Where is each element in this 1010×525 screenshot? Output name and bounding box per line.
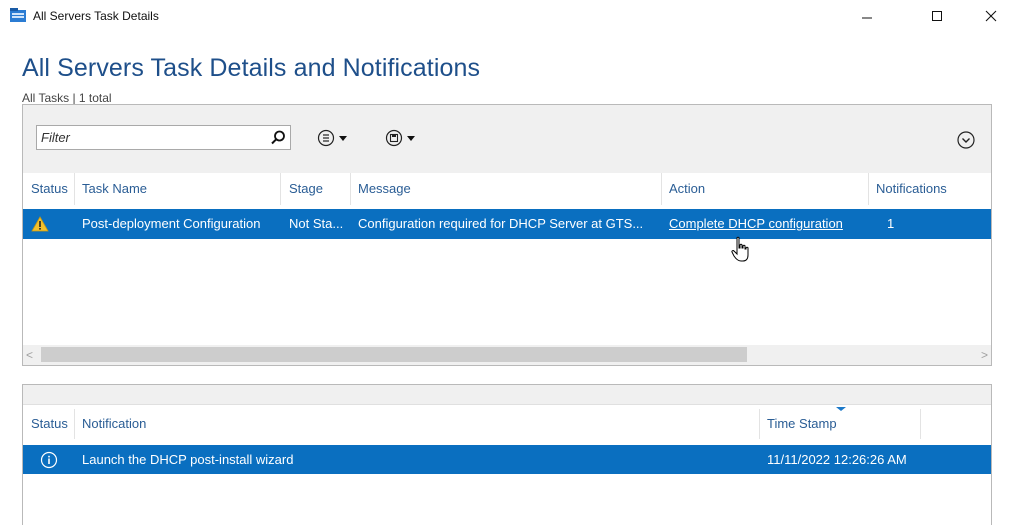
column-divider[interactable]: [280, 173, 281, 205]
notifications-panel: Status Notification Time Stamp Launch th…: [22, 384, 992, 525]
title-bar: All Servers Task Details: [0, 0, 1010, 32]
task-count-label: All Tasks | 1 total: [22, 91, 112, 105]
search-icon[interactable]: [269, 129, 287, 147]
minimize-icon: [862, 17, 872, 19]
column-header-notification[interactable]: Notification: [82, 409, 146, 439]
scroll-left-button[interactable]: <: [26, 347, 38, 363]
page-title: All Servers Task Details and Notificatio…: [22, 54, 481, 82]
column-header-status[interactable]: Status: [31, 173, 68, 205]
close-icon: [985, 10, 997, 22]
column-header-time-stamp[interactable]: Time Stamp: [767, 409, 837, 439]
column-header-task-name[interactable]: Task Name: [82, 173, 147, 205]
stage-cell: Not Sta...: [289, 216, 344, 231]
column-header-action[interactable]: Action: [669, 173, 705, 205]
scrollbar-thumb[interactable]: [41, 347, 747, 362]
horizontal-scrollbar[interactable]: < >: [23, 345, 991, 365]
notifications-toolbar: [23, 385, 991, 405]
hand-cursor-icon: [731, 236, 749, 262]
message-cell: Configuration required for DHCP Server a…: [358, 216, 644, 231]
dropdown-arrow-icon: [339, 136, 347, 141]
notification-cell: Launch the DHCP post-install wizard: [82, 452, 294, 467]
list-view-icon: [317, 129, 335, 147]
column-header-stage[interactable]: Stage: [289, 173, 323, 205]
notifications-count-cell: 1: [887, 216, 895, 231]
task-name-cell: Post-deployment Configuration: [82, 216, 261, 231]
tasks-panel: Status Task Name Stage Message Action No…: [22, 104, 992, 366]
filter-input[interactable]: [37, 126, 257, 149]
close-button[interactable]: [968, 0, 1010, 32]
column-divider[interactable]: [350, 173, 351, 205]
tasks-toolbar: [23, 105, 991, 173]
dropdown-arrow-icon: [407, 136, 415, 141]
column-divider[interactable]: [74, 409, 75, 439]
server-manager-icon: [10, 8, 26, 22]
filter-box: [36, 125, 291, 150]
sort-descending-icon: [836, 407, 846, 411]
maximize-icon: [932, 11, 942, 21]
column-divider[interactable]: [920, 409, 921, 439]
maximize-button[interactable]: [914, 0, 960, 32]
time-stamp-cell: 11/11/2022 12:26:26 AM: [767, 452, 907, 467]
column-divider[interactable]: [868, 173, 869, 205]
table-row[interactable]: Post-deployment Configuration Not Sta...…: [23, 209, 991, 239]
scroll-right-button[interactable]: >: [976, 347, 988, 363]
table-row[interactable]: Launch the DHCP post-install wizard 11/1…: [23, 445, 991, 474]
complete-dhcp-configuration-link[interactable]: Complete DHCP configuration: [669, 209, 865, 239]
column-header-status[interactable]: Status: [31, 409, 68, 439]
save-query-button[interactable]: [385, 127, 419, 149]
info-icon: [40, 451, 58, 469]
column-header-message[interactable]: Message: [358, 173, 411, 205]
column-header-notifications[interactable]: Notifications: [876, 173, 947, 205]
window-title: All Servers Task Details: [33, 9, 159, 23]
warning-icon: [31, 216, 49, 232]
minimize-button[interactable]: [844, 0, 890, 32]
view-options-button[interactable]: [317, 127, 351, 149]
column-divider[interactable]: [74, 173, 75, 205]
chevron-down-circle-icon[interactable]: [956, 130, 976, 150]
save-query-icon: [385, 129, 403, 147]
column-divider[interactable]: [759, 409, 760, 439]
column-divider[interactable]: [661, 173, 662, 205]
